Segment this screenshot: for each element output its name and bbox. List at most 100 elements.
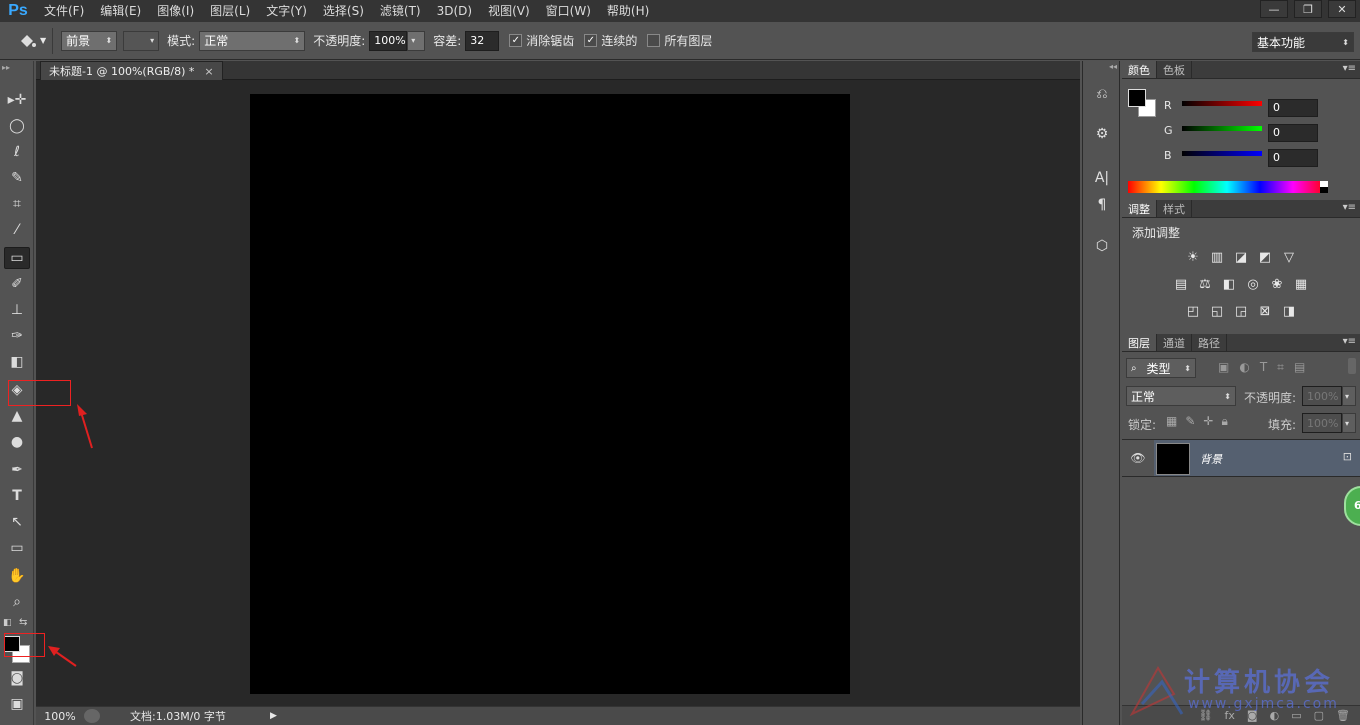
close-button[interactable]: ✕ [1328, 0, 1356, 18]
pixel-filter-icon[interactable]: ▣ [1218, 360, 1229, 375]
layer-opacity-input[interactable]: 100% [1302, 386, 1342, 406]
lock-transparency-icon[interactable]: ▦ [1166, 414, 1177, 429]
foreground-color-swatch[interactable] [1128, 89, 1146, 107]
character-panel-button[interactable]: A| [1091, 167, 1113, 189]
menu-filter[interactable]: 滤镜(T) [372, 0, 429, 22]
collapse-icon[interactable]: ▸▸ [2, 63, 10, 72]
layer-name[interactable]: 背景 [1200, 451, 1222, 467]
history-brush-tool[interactable]: ✑ [4, 325, 30, 347]
panel-menu-icon[interactable]: ▾≡ [1343, 336, 1356, 347]
clone-stamp-tool[interactable]: ⊥ [4, 299, 30, 321]
document-tab[interactable]: 未标题-1 @ 100%(RGB/8) * × [40, 61, 223, 80]
hand-tool[interactable]: ✋ [4, 565, 30, 587]
history-panel-button[interactable]: ⎌ [1091, 83, 1113, 105]
gradient-map-icon[interactable]: ◨ [1280, 302, 1298, 320]
tab-paths[interactable]: 路径 [1192, 334, 1227, 351]
menu-select[interactable]: 选择(S) [315, 0, 372, 22]
menu-view[interactable]: 视图(V) [480, 0, 538, 22]
panel-menu-icon[interactable]: ▾≡ [1343, 202, 1356, 213]
zoom-level[interactable]: 100% [36, 710, 84, 723]
exposure-icon[interactable]: ◩ [1256, 248, 1274, 266]
play-icon[interactable]: ▶ [270, 711, 277, 721]
type-tool[interactable]: T [4, 485, 30, 507]
menu-file[interactable]: 文件(F) [36, 0, 92, 22]
pen-tool[interactable]: ✒ [4, 459, 30, 481]
black-white-swatch[interactable] [1320, 181, 1328, 193]
type-filter-icon[interactable]: T [1260, 360, 1267, 375]
new-layer-icon[interactable]: ▢ [1314, 709, 1324, 722]
status-menu-icon[interactable] [84, 709, 100, 723]
tolerance-input[interactable]: 32 [465, 30, 500, 51]
brightness-icon[interactable]: ☀ [1184, 248, 1202, 266]
rectangle-tool[interactable]: ▭ [4, 537, 30, 559]
quick-mask-button[interactable]: ◙ [4, 667, 30, 689]
menu-layer[interactable]: 图层(L) [202, 0, 258, 22]
move-tool[interactable]: ▸✛ [4, 89, 30, 111]
trash-icon[interactable]: 🗑︎ [1336, 709, 1350, 722]
eyedropper-tool[interactable]: ⁄ [4, 219, 30, 241]
channel-mixer-icon[interactable]: ❀ [1268, 275, 1286, 293]
collapse-icon[interactable]: ◂◂ [1109, 62, 1117, 71]
b-slider[interactable] [1182, 151, 1262, 156]
group-icon[interactable]: ▭ [1291, 709, 1301, 722]
swap-colors-icon[interactable]: ⇆ [19, 617, 27, 628]
tab-layers[interactable]: 图层 [1122, 334, 1157, 351]
contiguous-checkbox[interactable]: ✓ 连续的 [584, 32, 637, 49]
menu-window[interactable]: 窗口(W) [538, 0, 599, 22]
threshold-icon[interactable]: ◲ [1232, 302, 1250, 320]
layer-filter-select[interactable]: ⌕ 类型 ⬍ [1126, 358, 1196, 378]
photo-filter-icon[interactable]: ◎ [1244, 275, 1262, 293]
panel-menu-icon[interactable]: ▾≡ [1343, 63, 1356, 74]
marquee-tool[interactable]: ◯ [4, 115, 30, 137]
b-input[interactable]: 0 [1268, 149, 1318, 167]
3d-panel-button[interactable]: ⬡ [1091, 235, 1113, 257]
screen-mode-button[interactable]: ▣ [4, 693, 30, 715]
lasso-tool[interactable]: ℓ [4, 141, 30, 163]
zoom-tool[interactable]: ⌕ [4, 591, 30, 613]
r-input[interactable]: 0 [1268, 99, 1318, 117]
lock-all-icon[interactable]: 🔒︎ [1221, 414, 1227, 429]
tab-adjustments[interactable]: 调整 [1122, 200, 1157, 217]
healing-brush-tool[interactable]: ▭ [4, 247, 30, 269]
antialias-checkbox[interactable]: ✓ 消除锯齿 [509, 32, 574, 49]
filter-toggle[interactable] [1348, 358, 1356, 374]
tab-styles[interactable]: 样式 [1157, 200, 1192, 217]
hue-saturation-icon[interactable]: ▤ [1172, 275, 1190, 293]
dodge-tool[interactable]: ● [4, 431, 30, 453]
smart-object-filter-icon[interactable]: ▤ [1294, 360, 1305, 375]
fx-icon[interactable]: fx [1225, 709, 1235, 722]
menu-type[interactable]: 文字(Y) [258, 0, 315, 22]
paragraph-panel-button[interactable]: ¶ [1091, 194, 1113, 216]
menu-help[interactable]: 帮助(H) [599, 0, 657, 22]
eraser-tool[interactable]: ◧ [4, 351, 30, 373]
selective-color-icon[interactable]: ⊠ [1256, 302, 1274, 320]
fill-input[interactable]: 100% [1302, 413, 1342, 433]
menu-edit[interactable]: 编辑(E) [92, 0, 149, 22]
lock-pixels-icon[interactable]: ✎ [1185, 414, 1195, 429]
quick-select-tool[interactable]: ✎ [4, 167, 30, 189]
opacity-input[interactable]: 100% [369, 30, 408, 51]
g-input[interactable]: 0 [1268, 124, 1318, 142]
mode-select[interactable]: 正常 ⬍ [199, 30, 306, 51]
tab-color[interactable]: 颜色 [1122, 61, 1157, 78]
menu-3d[interactable]: 3D(D) [429, 0, 480, 22]
r-slider[interactable] [1182, 101, 1262, 106]
link-layers-icon[interactable]: ⛓ [1199, 709, 1213, 722]
blend-mode-select[interactable]: 正常 ⬍ [1126, 386, 1236, 406]
fill-source-select[interactable]: 前景 ⬍ [61, 30, 118, 51]
vibrance-icon[interactable]: ▽ [1280, 248, 1298, 266]
tool-preset-picker[interactable]: ▼ [18, 32, 46, 50]
tab-channels[interactable]: 通道 [1157, 334, 1192, 351]
all-layers-checkbox[interactable]: 所有图层 [647, 32, 712, 49]
close-icon[interactable]: × [204, 65, 213, 78]
shape-filter-icon[interactable]: ⌗ [1277, 360, 1284, 375]
curves-icon[interactable]: ◪ [1232, 248, 1250, 266]
color-spectrum[interactable] [1128, 181, 1326, 193]
layer-visibility-toggle[interactable]: 👁︎ [1122, 439, 1154, 477]
properties-panel-button[interactable]: ⚙ [1091, 123, 1113, 145]
color-lookup-icon[interactable]: ▦ [1292, 275, 1310, 293]
brush-tool[interactable]: ✐ [4, 273, 30, 295]
black-white-icon[interactable]: ◧ [1220, 275, 1238, 293]
posterize-icon[interactable]: ◱ [1208, 302, 1226, 320]
opacity-dropdown[interactable]: ▾ [407, 30, 426, 51]
